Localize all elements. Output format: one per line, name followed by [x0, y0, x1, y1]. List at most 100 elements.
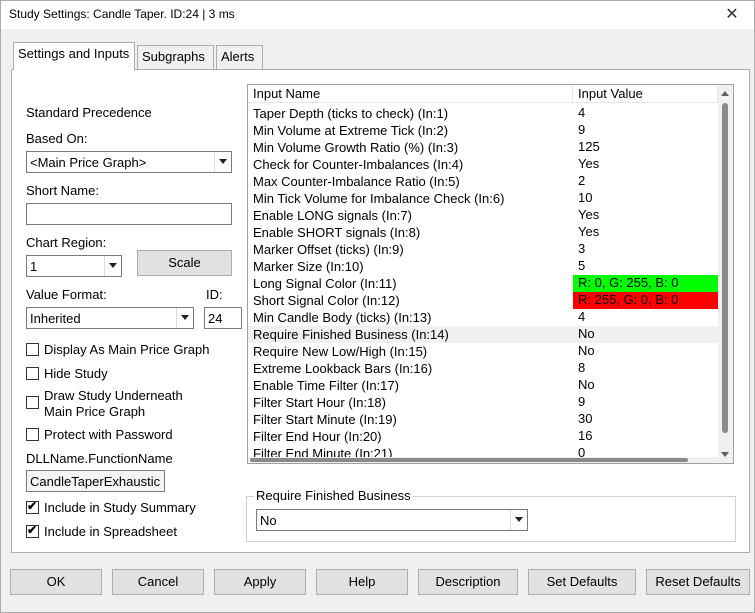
table-row[interactable]: Enable SHORT signals (In:8) Yes [248, 224, 718, 241]
based-on-value: <Main Price Graph> [30, 155, 147, 170]
table-row[interactable]: Max Counter-Imbalance Ratio (In:5) 2 [248, 173, 718, 190]
table-row[interactable]: Enable LONG signals (In:7) Yes [248, 207, 718, 224]
input-value-cell[interactable]: No [573, 343, 718, 360]
table-row[interactable]: Min Candle Body (ticks) (In:13) 4 [248, 309, 718, 326]
title-bar: Study Settings: Candle Taper. ID:24 | 3 … [1, 1, 754, 29]
scroll-up-icon[interactable] [721, 91, 729, 96]
description-button[interactable]: Description [418, 569, 518, 595]
ok-button[interactable]: OK [10, 569, 102, 595]
input-value-cell[interactable]: 4 [573, 309, 718, 326]
short-name-input[interactable] [26, 203, 232, 225]
horizontal-scrollbar[interactable] [248, 457, 718, 463]
table-row[interactable]: Filter End Hour (In:20) 16 [248, 428, 718, 445]
input-value-cell[interactable]: 8 [573, 360, 718, 377]
input-name-cell: Filter Start Hour (In:18) [253, 395, 386, 410]
input-name-cell: Check for Counter-Imbalances (In:4) [253, 157, 464, 172]
input-name-cell: Taper Depth (ticks to check) (In:1) [253, 106, 449, 121]
chevron-down-icon [510, 510, 527, 530]
input-value-cell[interactable]: 9 [573, 122, 718, 139]
input-name-cell: Min Candle Body (ticks) (In:13) [253, 310, 432, 325]
input-name-cell: Require New Low/High (In:15) [253, 344, 428, 359]
input-value-cell[interactable]: No [573, 326, 718, 343]
input-value-cell[interactable]: 5 [573, 258, 718, 275]
include-in-study-summary-checkbox[interactable]: ✔ [26, 499, 39, 514]
display-as-main-price-graph-checkbox[interactable] [26, 343, 39, 356]
draw-study-underneath-label: Draw Study Underneath [44, 388, 183, 403]
scroll-down-icon[interactable] [721, 452, 729, 457]
chevron-down-icon [214, 152, 231, 172]
value-format-label: Value Format: [26, 287, 107, 302]
input-name-cell: Filter End Hour (In:20) [253, 429, 382, 444]
apply-button[interactable]: Apply [214, 569, 306, 595]
value-format-select[interactable]: Inherited [26, 307, 194, 329]
input-value-cell[interactable]: 2 [573, 173, 718, 190]
input-name-cell: Marker Offset (ticks) (In:9) [253, 242, 404, 257]
input-value-cell[interactable]: Yes [573, 207, 718, 224]
table-row[interactable]: Marker Size (In:10) 5 [248, 258, 718, 275]
input-value-cell[interactable]: R: 255, G: 0, B: 0 [573, 292, 718, 309]
table-row[interactable]: Taper Depth (ticks to check) (In:1) 4 [248, 105, 718, 122]
input-value-cell[interactable]: 125 [573, 139, 718, 156]
input-value-cell[interactable]: Yes [573, 156, 718, 173]
input-value-cell[interactable]: 9 [573, 394, 718, 411]
tab-settings-and-inputs[interactable]: Settings and Inputs [13, 42, 135, 70]
table-row[interactable]: Filter Start Minute (In:19) 30 [248, 411, 718, 428]
hide-study-label: Hide Study [44, 366, 108, 381]
chart-region-select[interactable]: 1 [26, 255, 122, 277]
table-row[interactable]: Short Signal Color (In:12) R: 255, G: 0, … [248, 292, 718, 309]
input-editor-title: Require Finished Business [254, 488, 413, 503]
include-in-spreadsheet-label: Include in Spreadsheet [44, 524, 177, 539]
input-value-selected: No [260, 513, 277, 528]
reset-defaults-button[interactable]: Reset Defaults [646, 569, 750, 595]
column-header-input-name[interactable]: Input Name [248, 85, 573, 103]
column-header-input-value[interactable]: Input Value [573, 85, 718, 103]
table-row[interactable]: Min Volume at Extreme Tick (In:2) 9 [248, 122, 718, 139]
table-row[interactable]: Min Tick Volume for Imbalance Check (In:… [248, 190, 718, 207]
protect-with-password-checkbox[interactable] [26, 428, 39, 441]
table-row[interactable]: Marker Offset (ticks) (In:9) 3 [248, 241, 718, 258]
table-row[interactable]: Min Volume Growth Ratio (%) (In:3) 125 [248, 139, 718, 156]
close-icon[interactable]: ✕ [720, 3, 744, 27]
scale-button[interactable]: Scale [137, 250, 232, 276]
table-row[interactable]: Filter Start Hour (In:18) 9 [248, 394, 718, 411]
input-name-cell: Max Counter-Imbalance Ratio (In:5) [253, 174, 460, 189]
id-label: ID: [206, 287, 223, 302]
window-title: Study Settings: Candle Taper. ID:24 | 3 … [9, 7, 235, 21]
check-icon: ✔ [27, 499, 38, 513]
cancel-button[interactable]: Cancel [112, 569, 204, 595]
scroll-thumb[interactable] [722, 103, 728, 433]
input-value-cell[interactable]: No [573, 377, 718, 394]
help-button[interactable]: Help [316, 569, 408, 595]
tab-subgraphs[interactable]: Subgraphs [137, 45, 214, 69]
input-value-cell[interactable]: 3 [573, 241, 718, 258]
input-value-cell[interactable]: 10 [573, 190, 718, 207]
study-settings-window: Study Settings: Candle Taper. ID:24 | 3 … [0, 0, 755, 613]
set-defaults-button[interactable]: Set Defaults [528, 569, 636, 595]
table-row[interactable]: Check for Counter-Imbalances (In:4) Yes [248, 156, 718, 173]
dll-name-field[interactable]: CandleTaperExhaustic [26, 470, 165, 492]
vertical-scrollbar[interactable] [718, 85, 733, 463]
input-name-cell: Long Signal Color (In:11) [253, 276, 397, 291]
include-in-spreadsheet-checkbox[interactable]: ✔ [26, 523, 39, 538]
draw-study-underneath-checkbox[interactable] [26, 396, 39, 409]
input-value-cell[interactable]: R: 0, G: 255, B: 0 [573, 275, 718, 292]
input-value-cell[interactable]: 4 [573, 105, 718, 122]
hide-study-checkbox[interactable] [26, 367, 39, 380]
input-value-cell[interactable]: Yes [573, 224, 718, 241]
id-field[interactable]: 24 [204, 307, 242, 329]
value-format-value: Inherited [30, 311, 81, 326]
tab-alerts[interactable]: Alerts [216, 45, 263, 69]
draw-study-underneath-label-line2: Main Price Graph [44, 404, 146, 419]
table-row[interactable]: Require Finished Business (In:14) No [248, 326, 718, 343]
input-value-cell[interactable]: 30 [573, 411, 718, 428]
chart-region-value: 1 [30, 259, 38, 274]
table-row[interactable]: Enable Time Filter (In:17) No [248, 377, 718, 394]
table-row[interactable]: Require New Low/High (In:15) No [248, 343, 718, 360]
input-value-cell[interactable]: 16 [573, 428, 718, 445]
table-row[interactable]: Long Signal Color (In:11) R: 0, G: 255, B… [248, 275, 718, 292]
scroll-thumb[interactable] [250, 458, 688, 462]
input-value-select[interactable]: No [256, 509, 528, 531]
table-row[interactable]: Extreme Lookback Bars (In:16) 8 [248, 360, 718, 377]
chevron-down-icon [104, 256, 121, 276]
based-on-select[interactable]: <Main Price Graph> [26, 151, 232, 173]
